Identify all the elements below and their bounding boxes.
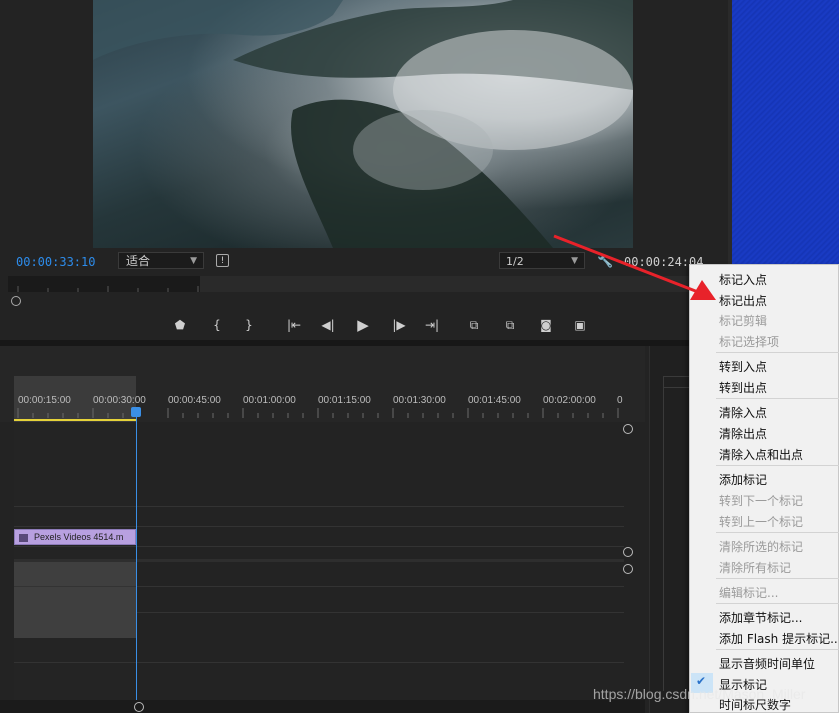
mark-out-icon[interactable]: } bbox=[237, 314, 261, 336]
playhead-handle[interactable] bbox=[131, 407, 141, 417]
ruler-label: 00:01:15:00 bbox=[318, 395, 371, 406]
timeline-zoom-handle[interactable] bbox=[134, 702, 144, 712]
menu-item-clear-all-markers: 清除所有标记 bbox=[719, 561, 792, 575]
marker-icon[interactable]: ⬟ bbox=[168, 314, 192, 336]
scroll-handle-mid[interactable] bbox=[623, 547, 633, 557]
extract-icon[interactable]: ⧉ bbox=[498, 314, 522, 336]
menu-item-clear-in-out[interactable]: 清除入点和出点 bbox=[719, 446, 803, 463]
ruler-label: 0 bbox=[617, 395, 623, 406]
video-clip[interactable]: Pexels Videos 4514.m bbox=[14, 529, 136, 545]
resolution-value: 1/2 bbox=[506, 255, 524, 268]
menu-item-mark-selection: 标记选择项 bbox=[719, 335, 780, 349]
safe-margins-icon[interactable]: ! bbox=[216, 254, 229, 267]
step-back-icon[interactable]: ◀| bbox=[316, 314, 340, 336]
play-icon[interactable]: ▶ bbox=[351, 314, 375, 336]
ruler-label: 00:00:15:00 bbox=[18, 395, 71, 406]
fx-badge-icon bbox=[19, 533, 28, 542]
video-preview bbox=[93, 0, 633, 248]
go-to-in-icon[interactable]: |⇤ bbox=[282, 314, 306, 336]
menu-separator bbox=[716, 465, 839, 466]
mark-in-icon[interactable]: { bbox=[205, 314, 229, 336]
window-border bbox=[728, 0, 732, 268]
ruler-label: 00:00:30:00 bbox=[93, 395, 146, 406]
timeline-horizontal-scrollbar[interactable] bbox=[0, 700, 645, 713]
menu-item-add-chapter-marker[interactable]: 添加章节标记... bbox=[719, 609, 802, 626]
scroll-handle-audio[interactable] bbox=[623, 564, 633, 574]
zoom-fit-value: 适合 bbox=[126, 254, 151, 268]
menu-item-go-to-in[interactable]: 转到入点 bbox=[719, 358, 767, 375]
menu-item-add-flash-cue-marker[interactable]: 添加 Flash 提示标记... bbox=[719, 630, 839, 647]
menu-item-clear-in[interactable]: 清除入点 bbox=[719, 404, 767, 421]
menu-item-prev-marker: 转到上一个标记 bbox=[719, 515, 804, 529]
audio-track-divider bbox=[14, 586, 136, 587]
menu-item-show-audio-time-units[interactable]: 显示音频时间单位 bbox=[719, 655, 815, 672]
ruler-label: 00:02:00:00 bbox=[543, 395, 596, 406]
menu-item-go-to-out[interactable]: 转到出点 bbox=[719, 379, 767, 396]
timeline-header bbox=[0, 346, 645, 376]
menu-item-mark-in[interactable]: 标记入点 bbox=[719, 271, 767, 288]
menu-separator bbox=[716, 603, 839, 604]
transport-controls: ⬟ { } |⇤ ◀| ▶ |▶ ⇥| ⧉ ⧉ ◙ ▣ bbox=[160, 314, 600, 338]
export-frame-icon[interactable]: ◙ bbox=[534, 314, 558, 336]
scroll-handle-top[interactable] bbox=[623, 424, 633, 434]
menu-item-mark-clip: 标记剪辑 bbox=[719, 314, 768, 328]
monitor-zoom-handle[interactable] bbox=[11, 296, 21, 306]
playhead-line bbox=[136, 417, 137, 713]
track-divider bbox=[14, 662, 624, 663]
step-forward-icon[interactable]: |▶ bbox=[387, 314, 411, 336]
go-to-out-icon[interactable]: ⇥| bbox=[420, 314, 444, 336]
menu-item-clear-out[interactable]: 清除出点 bbox=[719, 425, 767, 442]
track-divider bbox=[14, 506, 624, 507]
ruler-label: 00:01:45:00 bbox=[468, 395, 521, 406]
ruler-label: 00:00:45:00 bbox=[168, 395, 221, 406]
in-out-bar[interactable] bbox=[14, 419, 136, 421]
track-divider bbox=[14, 526, 624, 527]
chevron-down-icon: ▼ bbox=[190, 256, 197, 266]
menu-item-add-marker[interactable]: 添加标记 bbox=[719, 471, 767, 488]
menu-separator bbox=[716, 352, 839, 353]
menu-separator bbox=[716, 398, 839, 399]
annotation-arrow bbox=[553, 234, 716, 300]
menu-separator bbox=[716, 578, 839, 579]
ruler-label: 00:01:30:00 bbox=[393, 395, 446, 406]
menu-separator bbox=[716, 649, 839, 650]
menu-item-next-marker: 转到下一个标记 bbox=[719, 494, 804, 508]
ruler-label: 00:01:00:00 bbox=[243, 395, 296, 406]
audio-clip[interactable] bbox=[14, 562, 136, 638]
current-timecode[interactable]: 00:00:33:10 bbox=[16, 255, 95, 269]
zoom-fit-select[interactable]: 适合 ▼ bbox=[118, 252, 204, 269]
background-window bbox=[728, 0, 839, 268]
track-divider bbox=[14, 546, 624, 547]
context-menu: 标记入点 标记出点 标记剪辑 标记选择项 转到入点 转到出点 清除入点 清除出点… bbox=[689, 264, 839, 713]
lift-icon[interactable]: ⧉ bbox=[462, 314, 486, 336]
comparison-view-icon[interactable]: ▣ bbox=[568, 314, 592, 336]
menu-item-mark-out[interactable]: 标记出点 bbox=[719, 292, 767, 309]
clip-name: Pexels Videos 4514.m bbox=[34, 532, 124, 542]
watermark-text: https://blog.csdn.net/Mason_Miller bbox=[593, 686, 806, 702]
menu-item-edit-marker: 编辑标记... bbox=[719, 586, 779, 600]
menu-separator bbox=[716, 532, 839, 533]
ruler-ticks bbox=[17, 408, 619, 418]
menu-item-clear-selected-marker: 清除所选的标记 bbox=[719, 540, 804, 554]
